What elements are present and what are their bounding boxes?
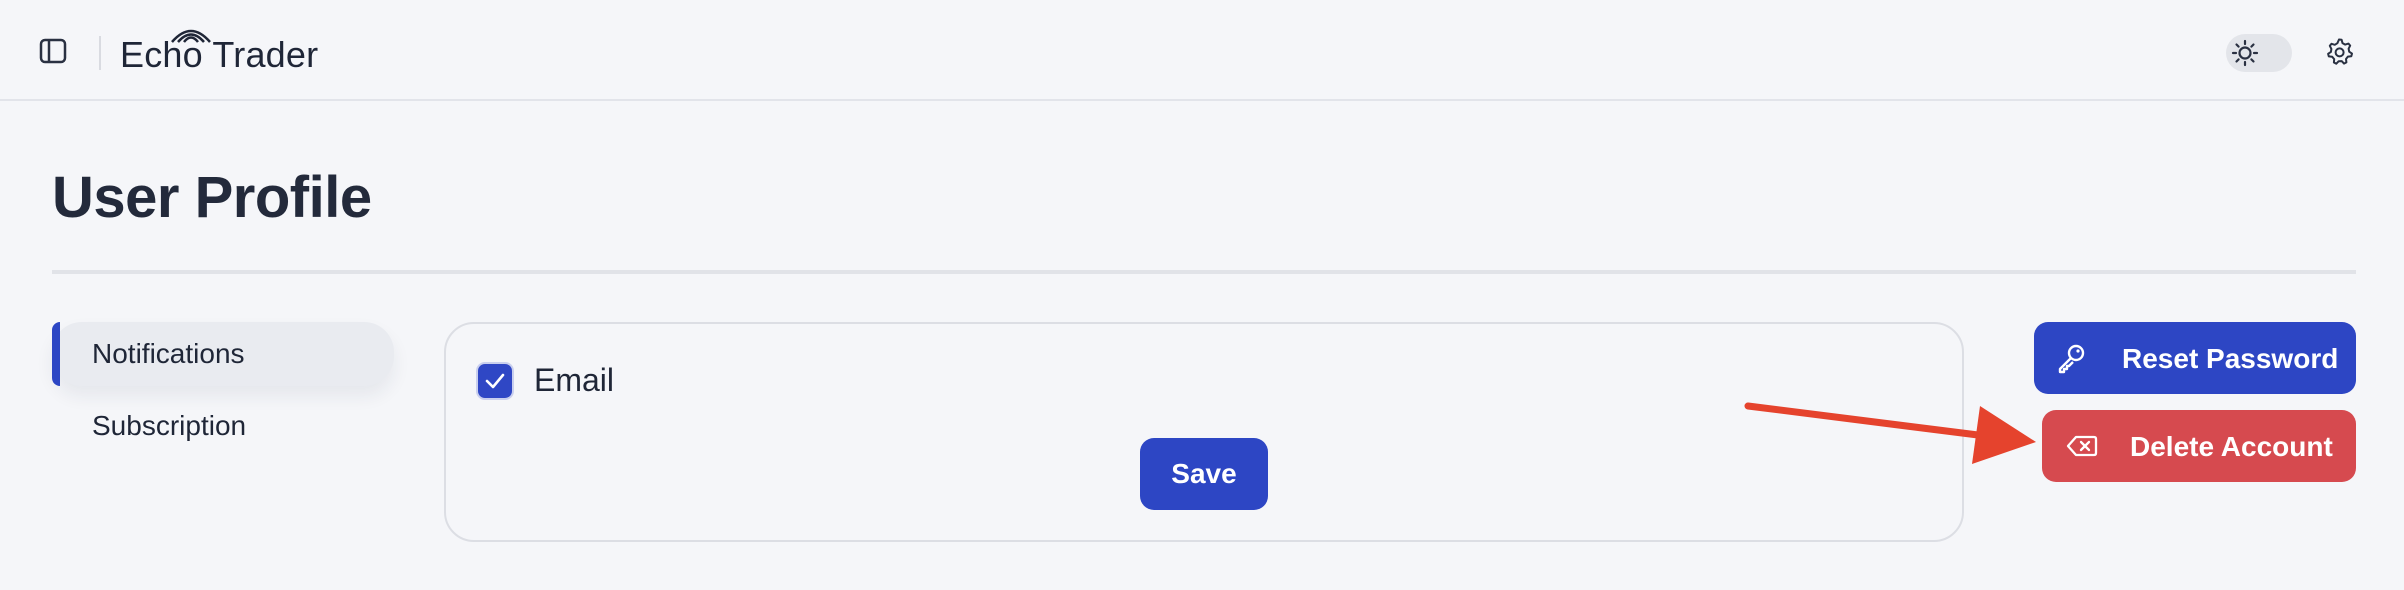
save-button[interactable]: Save: [1140, 438, 1268, 510]
delete-account-button[interactable]: Delete Account: [2042, 410, 2356, 482]
email-checkbox[interactable]: [478, 364, 512, 398]
nav-item-notifications[interactable]: Notifications: [52, 322, 394, 386]
top-bar: Echo Trader: [0, 0, 2404, 101]
reset-password-label: Reset Password: [2122, 343, 2339, 374]
nav-item-label: Subscription: [92, 410, 247, 441]
gear-icon[interactable]: [2323, 36, 2355, 68]
header-divider: [99, 36, 101, 70]
app-logo[interactable]: Echo Trader: [120, 24, 318, 76]
key-icon: [2058, 344, 2085, 374]
notifications-card: Email Save: [444, 322, 1964, 542]
nav-item-label: Notifications: [92, 338, 245, 369]
sidebar-toggle-icon[interactable]: [38, 36, 68, 66]
page-title: User Profile: [52, 165, 372, 230]
checkmark-icon: [485, 373, 505, 389]
nav-item-subscription[interactable]: Subscription: [52, 394, 394, 458]
reset-password-button[interactable]: Reset Password: [2034, 322, 2356, 394]
theme-toggle[interactable]: [2226, 34, 2292, 72]
signal-wave-icon: [171, 29, 211, 43]
app-name: Echo Trader: [120, 34, 319, 75]
title-divider: [52, 270, 2356, 274]
email-checkbox-label[interactable]: Email: [534, 362, 614, 399]
annotation-arrow: [1744, 402, 2036, 464]
delete-account-label: Delete Account: [2130, 431, 2333, 462]
backspace-x-icon: [2066, 435, 2098, 457]
sun-icon: [2229, 37, 2261, 69]
